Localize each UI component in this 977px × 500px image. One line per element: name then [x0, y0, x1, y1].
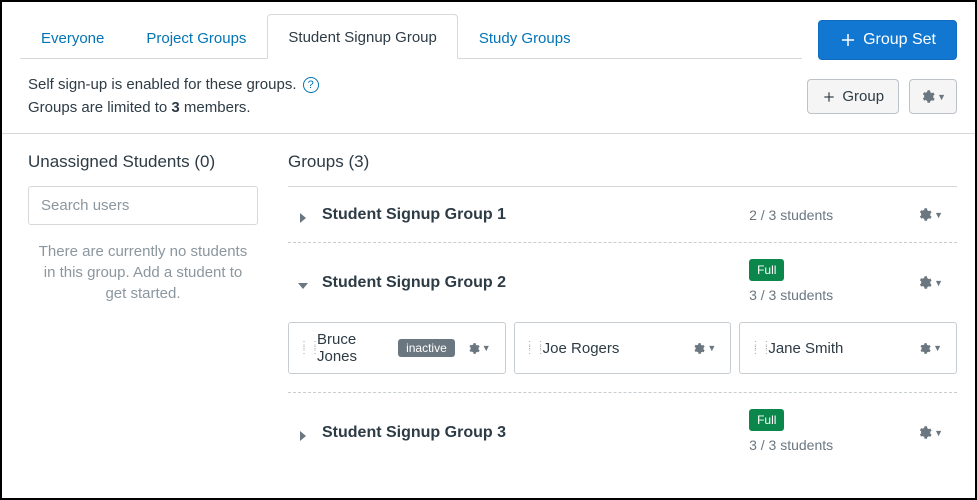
chevron-down-icon: [298, 281, 308, 291]
unassigned-title: Unassigned Students (0): [28, 152, 258, 172]
caret-down-icon: ▼: [707, 343, 716, 353]
group-status: Full 3 / 3 students: [749, 259, 899, 306]
member-settings-button[interactable]: ▼: [914, 338, 946, 359]
groups-panel: Groups (3) Student Signup Group 1 2 / 3 …: [288, 152, 957, 472]
tab-everyone[interactable]: Everyone: [20, 15, 125, 59]
member-name: Jane Smith: [768, 340, 906, 357]
member-name: Bruce Jones: [317, 331, 390, 365]
gear-icon: [917, 425, 932, 440]
full-badge: Full: [749, 259, 784, 281]
tab-study-groups[interactable]: Study Groups: [458, 15, 592, 59]
subheader-actions: Group ▼: [807, 79, 957, 114]
gear-icon: [920, 89, 935, 104]
expand-toggle[interactable]: [298, 428, 308, 438]
group-row: Student Signup Group 1 2 / 3 students ▼: [288, 187, 957, 243]
group-name[interactable]: Student Signup Group 1: [322, 206, 735, 224]
group-row: Student Signup Group 3 Full 3 / 3 studen…: [288, 393, 957, 472]
gear-icon: [918, 342, 931, 355]
group-name[interactable]: Student Signup Group 2: [322, 274, 735, 292]
group-row: Student Signup Group 2 Full 3 / 3 studen…: [288, 243, 957, 322]
groups-count: 3: [354, 152, 363, 171]
topbar: Everyone Project Groups Student Signup G…: [2, 2, 975, 60]
signup-note: Self sign-up is enabled for these groups…: [28, 76, 297, 93]
tab-student-signup-group[interactable]: Student Signup Group: [267, 14, 457, 59]
caret-down-icon: ▼: [934, 210, 943, 220]
gear-icon: [917, 275, 932, 290]
member-card[interactable]: ⋮⋮⋮⋮ Jane Smith ▼: [739, 322, 957, 374]
group-name[interactable]: Student Signup Group 3: [322, 424, 735, 442]
unassigned-title-text: Unassigned Students: [28, 152, 190, 171]
limit-number: 3: [171, 99, 179, 116]
group-student-count: 3 / 3 students: [749, 287, 833, 303]
add-group-label: Group: [842, 88, 884, 105]
groups-title-text: Groups: [288, 152, 344, 171]
unassigned-empty-message: There are currently no students in this …: [28, 225, 258, 304]
group-settings-button[interactable]: ▼: [913, 421, 947, 444]
groups-title: Groups (3): [288, 152, 957, 187]
group-student-count: 3 / 3 students: [749, 437, 833, 453]
chevron-right-icon: [298, 431, 308, 441]
caret-down-icon: ▼: [933, 343, 942, 353]
caret-down-icon: ▼: [934, 428, 943, 438]
add-group-set-button[interactable]: Group Set: [818, 20, 957, 60]
group-settings-button[interactable]: ▼: [913, 203, 947, 226]
gear-icon: [917, 207, 932, 222]
caret-down-icon: ▼: [937, 92, 946, 102]
caret-down-icon: ▼: [934, 278, 943, 288]
drag-handle-icon[interactable]: ⋮⋮⋮⋮: [750, 343, 760, 353]
inactive-badge: inactive: [398, 339, 455, 357]
unassigned-count: 0: [200, 152, 209, 171]
member-settings-button[interactable]: ▼: [688, 338, 720, 359]
unassigned-panel: Unassigned Students (0) There are curren…: [28, 152, 258, 472]
expand-toggle[interactable]: [298, 210, 308, 220]
app-frame: Everyone Project Groups Student Signup G…: [0, 0, 977, 500]
member-card[interactable]: ⋮⋮⋮⋮ Bruce Jones inactive ▼: [288, 322, 506, 374]
drag-handle-icon[interactable]: ⋮⋮⋮⋮: [525, 343, 535, 353]
full-badge: Full: [749, 409, 784, 431]
tab-project-groups[interactable]: Project Groups: [125, 15, 267, 59]
limit-suffix: members.: [184, 99, 251, 116]
group-members: ⋮⋮⋮⋮ Bruce Jones inactive ▼ ⋮⋮⋮⋮ Joe Rog…: [288, 322, 957, 393]
subheader: Self sign-up is enabled for these groups…: [2, 60, 975, 134]
subheader-text: Self sign-up is enabled for these groups…: [28, 74, 319, 119]
group-student-count: 2 / 3 students: [749, 207, 899, 223]
gear-icon: [467, 342, 480, 355]
limit-prefix: Groups are limited to: [28, 99, 171, 116]
chevron-right-icon: [298, 213, 308, 223]
collapse-toggle[interactable]: [298, 278, 308, 288]
help-icon[interactable]: ?: [303, 77, 319, 93]
group-set-settings-button[interactable]: ▼: [909, 79, 957, 114]
gear-icon: [692, 342, 705, 355]
add-group-set-label: Group Set: [863, 31, 936, 49]
plus-icon: [839, 31, 857, 49]
member-settings-button[interactable]: ▼: [463, 338, 495, 359]
caret-down-icon: ▼: [482, 343, 491, 353]
group-status: Full 3 / 3 students: [749, 409, 899, 456]
content-area: Unassigned Students (0) There are curren…: [2, 134, 975, 472]
drag-handle-icon[interactable]: ⋮⋮⋮⋮: [299, 343, 309, 353]
tab-bar: Everyone Project Groups Student Signup G…: [20, 14, 802, 59]
group-settings-button[interactable]: ▼: [913, 271, 947, 294]
add-group-button[interactable]: Group: [807, 79, 899, 114]
member-card[interactable]: ⋮⋮⋮⋮ Joe Rogers ▼: [514, 322, 732, 374]
member-name: Joe Rogers: [543, 340, 681, 357]
search-users-input[interactable]: [28, 186, 258, 225]
plus-icon: [822, 90, 836, 104]
